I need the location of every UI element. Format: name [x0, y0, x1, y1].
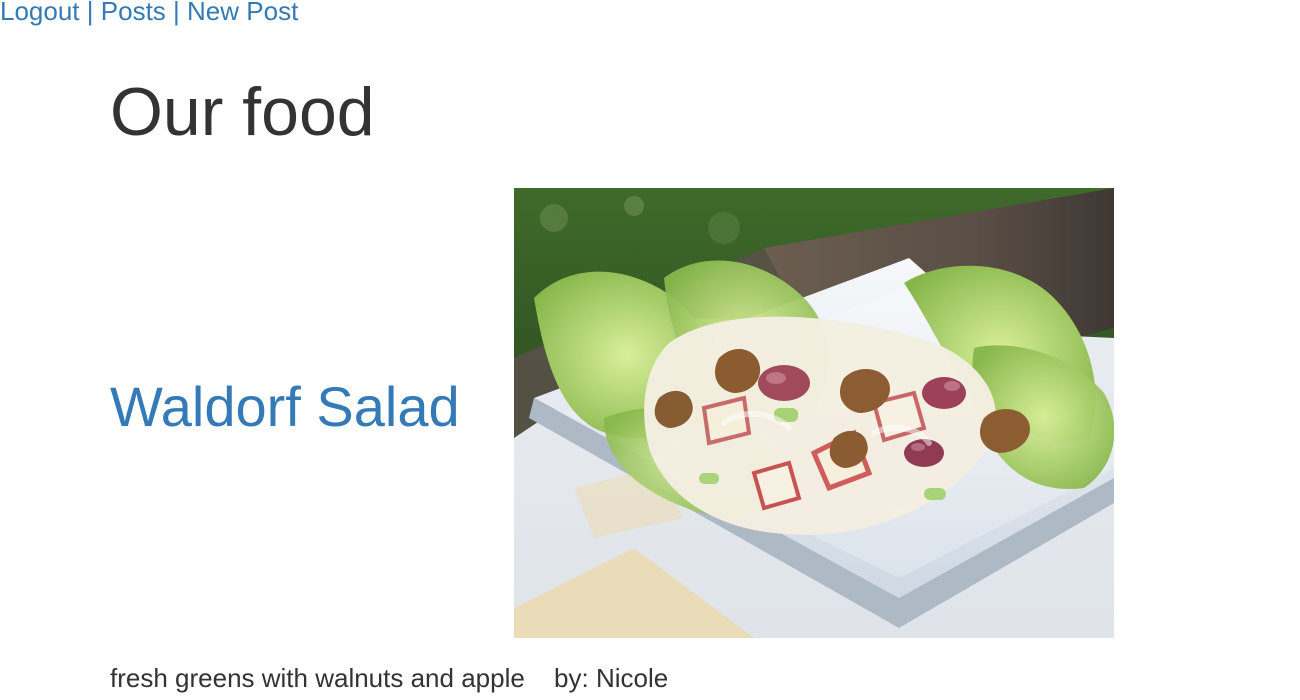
nav-separator: | — [86, 0, 94, 26]
post-title-link[interactable]: Waldorf Salad — [110, 375, 460, 439]
post-author: by: Nicole — [554, 663, 669, 693]
nav-separator: | — [173, 0, 180, 26]
top-nav: Logout | Posts | New Post — [0, 0, 298, 26]
logout-link[interactable]: Logout — [0, 0, 80, 26]
page-title: Our food — [110, 74, 375, 150]
posts-link[interactable]: Posts — [101, 0, 166, 26]
new-post-link[interactable]: New Post — [187, 0, 298, 26]
post-meta: fresh greens with walnuts and apple by: … — [110, 661, 668, 695]
post-description: fresh greens with walnuts and apple — [110, 663, 525, 693]
post-image[interactable] — [514, 188, 1114, 638]
